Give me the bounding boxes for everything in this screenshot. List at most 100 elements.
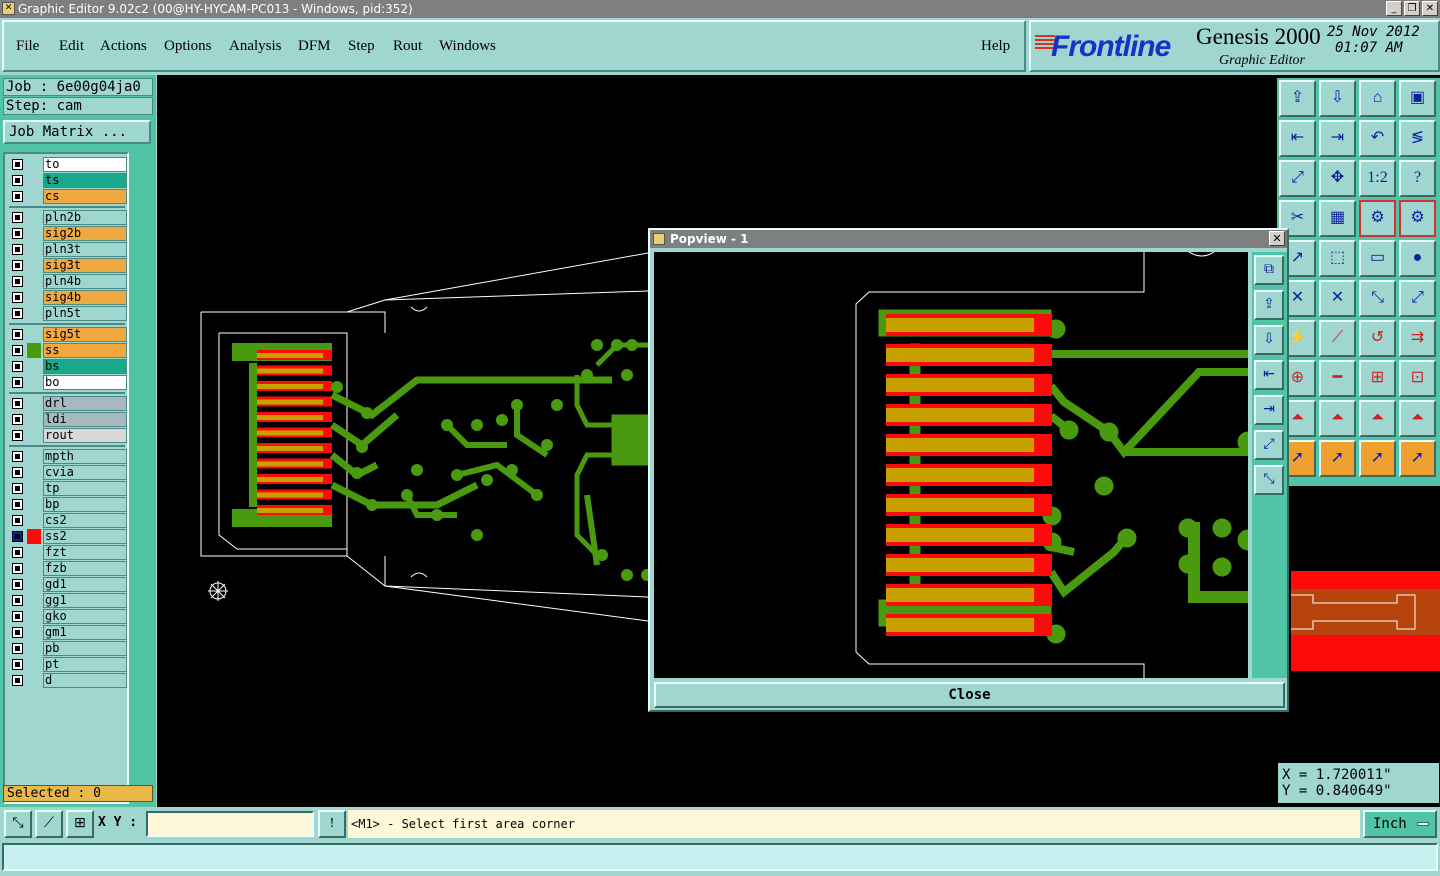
unit-select[interactable]: Inch	[1363, 810, 1437, 838]
layer-name[interactable]: gko	[43, 609, 127, 624]
layer-row-ldi[interactable]: ldi	[9, 412, 127, 427]
layer-row-ts[interactable]: ts	[9, 173, 127, 188]
layer-checkbox[interactable]	[12, 451, 23, 462]
layer-checkbox[interactable]	[12, 308, 23, 319]
rotate-icon[interactable]: ↺	[1359, 320, 1396, 357]
select-box-icon[interactable]: ⬚	[1319, 240, 1356, 277]
layer-checkbox[interactable]	[12, 345, 23, 356]
menu-windows[interactable]: Windows	[439, 38, 496, 55]
layer-row-fzt[interactable]: fzt	[9, 545, 127, 560]
grid-snap-icon[interactable]: ⊞	[66, 810, 94, 838]
layer-name[interactable]: gd1	[43, 577, 127, 592]
layer-checkbox[interactable]	[12, 643, 23, 654]
menu-rout[interactable]: Rout	[393, 38, 422, 55]
layer-name[interactable]: bs	[43, 359, 127, 374]
grid-icon[interactable]: ▦	[1319, 200, 1356, 237]
zoom-box-icon[interactable]: ⧉	[1254, 255, 1284, 285]
layer-name[interactable]: ss	[43, 343, 127, 358]
pan-right-icon[interactable]: ⇥	[1319, 120, 1356, 157]
menu-analysis[interactable]: Analysis	[229, 38, 282, 55]
layer-row-sig2b[interactable]: sig2b	[9, 226, 127, 241]
snap-icon[interactable]: ⚙	[1359, 200, 1396, 237]
layer-checkbox[interactable]	[12, 547, 23, 558]
layer-row-ss[interactable]: ss	[9, 343, 127, 358]
layer-row-ss2[interactable]: ss2	[9, 529, 127, 544]
layer-name[interactable]: pt	[43, 657, 127, 672]
layer-name[interactable]: cs	[43, 189, 127, 204]
zoom-area-icon[interactable]: ⤡	[4, 810, 32, 838]
menu-step[interactable]: Step	[348, 38, 375, 55]
layer-row-pln4b[interactable]: pln4b	[9, 274, 127, 289]
layer-name[interactable]: pb	[43, 641, 127, 656]
layer-checkbox[interactable]	[12, 675, 23, 686]
layer-row-gd1[interactable]: gd1	[9, 577, 127, 592]
group-icon[interactable]: ⊡	[1399, 360, 1436, 397]
popview-close-icon[interactable]: ✕	[1269, 231, 1285, 246]
dot-icon[interactable]: ●	[1399, 240, 1436, 277]
layer-checkbox[interactable]	[12, 377, 23, 388]
ruler-icon[interactable]: ▭	[1359, 240, 1396, 277]
layer-row-fzb[interactable]: fzb	[9, 561, 127, 576]
layer-checkbox[interactable]	[12, 398, 23, 409]
layer-name[interactable]: pln3t	[43, 242, 127, 257]
layer-checkbox[interactable]	[12, 191, 23, 202]
scale-icon[interactable]: 1:2	[1359, 160, 1396, 197]
layer-checkbox[interactable]	[12, 563, 23, 574]
triangle3-icon[interactable]: ⏶	[1359, 400, 1396, 437]
help-icon[interactable]: ?	[1399, 160, 1436, 197]
layer-checkbox[interactable]	[12, 531, 23, 542]
pan-icon[interactable]: ✥	[1319, 160, 1356, 197]
layer-row-pb[interactable]: pb	[9, 641, 127, 656]
layer-name[interactable]: d	[43, 673, 127, 688]
layer-name[interactable]: sig3t	[43, 258, 127, 273]
scale-node-icon[interactable]: ⤢	[1399, 280, 1436, 317]
layer-checkbox[interactable]	[12, 260, 23, 271]
layer-name[interactable]: cvia	[43, 465, 127, 480]
layer-name[interactable]: tp	[43, 481, 127, 496]
layer-name[interactable]: pln5t	[43, 306, 127, 321]
layer-name[interactable]: fzb	[43, 561, 127, 576]
layer-checkbox[interactable]	[12, 276, 23, 287]
layer-row-gm1[interactable]: gm1	[9, 625, 127, 640]
swap-icon[interactable]: ≶	[1399, 120, 1436, 157]
zoom-fit-icon[interactable]: ⤢	[1279, 160, 1316, 197]
mirror-icon[interactable]: ⇉	[1399, 320, 1436, 357]
layer-checkbox[interactable]	[12, 212, 23, 223]
layer-name[interactable]: pln2b	[43, 210, 127, 225]
layer-name[interactable]: to	[43, 157, 127, 172]
menu-file[interactable]: File	[16, 38, 39, 55]
layer-checkbox[interactable]	[12, 175, 23, 186]
page-down-icon[interactable]: ⇩	[1254, 325, 1284, 355]
layer-checkbox[interactable]	[12, 595, 23, 606]
layer-name[interactable]: ts	[43, 173, 127, 188]
layer-row-cs2[interactable]: cs2	[9, 513, 127, 528]
layer-checkbox[interactable]	[12, 228, 23, 239]
layer-row-gko[interactable]: gko	[9, 609, 127, 624]
minimize-button[interactable]: _	[1386, 1, 1402, 16]
job-matrix-button[interactable]: Job Matrix ...	[3, 120, 151, 144]
layer-checkbox[interactable]	[12, 579, 23, 590]
stretch-icon[interactable]: ⤡	[1359, 280, 1396, 317]
layer-row-pln3t[interactable]: pln3t	[9, 242, 127, 257]
page-up-icon[interactable]: ⇪	[1254, 290, 1284, 320]
layer-row-tp[interactable]: tp	[9, 481, 127, 496]
layer-row-drl[interactable]: drl	[9, 396, 127, 411]
undo-icon[interactable]: ↶	[1359, 120, 1396, 157]
zoom-in-icon[interactable]: ⤢	[1254, 430, 1284, 460]
layer-row-bp[interactable]: bp	[9, 497, 127, 512]
layer-row-mpth[interactable]: mpth	[9, 449, 127, 464]
pointer2-icon[interactable]: ➚	[1319, 440, 1356, 477]
layer-checkbox[interactable]	[12, 244, 23, 255]
layer-name[interactable]: rout	[43, 428, 127, 443]
line-icon[interactable]: ⟋	[1319, 320, 1356, 357]
triangle2-icon[interactable]: ⏶	[1319, 400, 1356, 437]
layer-checkbox[interactable]	[12, 361, 23, 372]
layer-checkbox[interactable]	[12, 329, 23, 340]
zoom-out-icon[interactable]: ⤡	[1254, 465, 1284, 495]
pan-left-icon[interactable]: ⇤	[1279, 120, 1316, 157]
close-window-button[interactable]: ✕	[1422, 1, 1438, 16]
layer-checkbox[interactable]	[12, 467, 23, 478]
layer-name[interactable]: cs2	[43, 513, 127, 528]
menu-edit[interactable]: Edit	[59, 38, 84, 55]
page-down-icon[interactable]: ⇩	[1319, 80, 1356, 117]
